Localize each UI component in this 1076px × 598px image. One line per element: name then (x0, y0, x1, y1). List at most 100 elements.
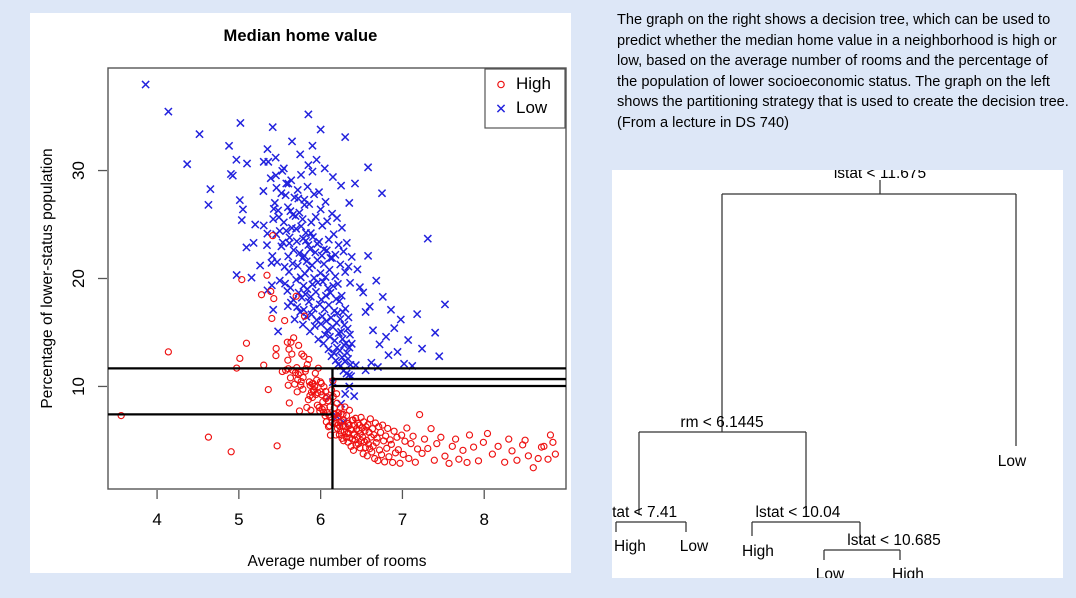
data-point-low (320, 164, 329, 173)
tree-leaf-label-low-2: Low (816, 566, 845, 578)
data-point-low (440, 300, 450, 309)
data-point-high (433, 440, 441, 448)
data-point-low (293, 185, 302, 195)
data-point-low (311, 212, 320, 222)
data-point-low (431, 328, 440, 337)
data-point-low (342, 238, 351, 248)
data-point-low (262, 241, 272, 250)
data-point-low (232, 155, 241, 164)
data-point-low (305, 199, 314, 209)
data-point-high (333, 399, 341, 407)
data-layer (108, 80, 566, 489)
data-point-low (331, 272, 340, 281)
data-point-low (304, 161, 313, 170)
data-point-low (270, 198, 279, 208)
scatter-plot-svg: 4 5 6 7 8 Average number of rooms 10 20 30 Percen… (39, 67, 567, 570)
data-point-high (424, 444, 432, 453)
data-point-high (263, 271, 271, 279)
data-point-low (259, 221, 268, 230)
data-point-high (399, 450, 407, 459)
data-point-high (488, 450, 497, 458)
data-point-low (396, 315, 405, 324)
data-point-low (247, 273, 256, 282)
data-point-high (420, 435, 429, 443)
data-point-low (269, 214, 278, 224)
data-point-high (295, 407, 304, 415)
tree-node-label-root: lstat < 11.675 (834, 170, 926, 182)
data-point-low (292, 237, 301, 246)
data-point-low (249, 238, 258, 248)
data-point-high (445, 459, 453, 468)
data-point-low (363, 163, 373, 172)
data-point-low (368, 326, 378, 335)
data-point-low (350, 392, 359, 401)
data-point-low (435, 352, 444, 361)
data-point-low (296, 170, 306, 179)
x-tick-label-1: 5 (234, 510, 243, 529)
data-point-low (345, 198, 354, 208)
data-point-low (363, 251, 373, 260)
data-point-low (183, 160, 192, 169)
data-point-low (273, 257, 282, 267)
data-point-high (405, 454, 413, 463)
scatter-plot-panel: Median home value 4 5 6 7 8 Average number of… (30, 13, 571, 573)
data-point-high (463, 458, 471, 467)
data-point-high (368, 425, 377, 433)
data-point-low (279, 218, 288, 227)
data-point-high (272, 344, 280, 353)
data-point-low (309, 304, 318, 313)
x-axis-label: Average number of rooms (248, 553, 427, 570)
data-point-high (242, 339, 251, 347)
data-point-high (295, 341, 303, 350)
tree-node-label-lstat-1004: lstat < 10.04 (756, 504, 841, 521)
data-point-low (334, 240, 343, 250)
data-point-high (270, 294, 278, 303)
data-point-low (353, 265, 362, 274)
data-point-high (544, 455, 552, 463)
data-point-low (393, 347, 402, 357)
tree-leaf-label-low-right: Low (998, 453, 1027, 470)
data-point-high (455, 455, 463, 463)
data-point-low (242, 159, 252, 168)
data-point-high (501, 458, 509, 466)
data-point-low (308, 167, 317, 176)
data-point-low (365, 302, 374, 311)
data-point-low (310, 321, 319, 331)
data-point-low (285, 233, 294, 242)
data-point-low (311, 287, 321, 297)
data-point-high (409, 432, 417, 440)
decision-tree-svg: lstat < 11.675 Low rm < 6.1445 lstat < 7.41… (612, 170, 1027, 578)
tree-node-label-lstat-10685: lstat < 10.685 (847, 532, 941, 549)
data-point-low (290, 315, 299, 324)
x-tick-label-3: 7 (398, 510, 407, 529)
data-point-low (336, 181, 346, 190)
data-point-low (236, 118, 245, 128)
data-point-low (390, 324, 399, 333)
data-point-high (257, 291, 266, 299)
tree-layer: lstat < 11.675 Low rm < 6.1445 lstat < 7.41… (612, 170, 1027, 578)
data-point-low (328, 172, 338, 182)
x-axis: 4 5 6 7 8 (152, 490, 489, 529)
data-point-low (350, 179, 360, 188)
data-point-high (284, 381, 292, 389)
data-point-high (479, 438, 488, 446)
data-point-high (286, 374, 295, 382)
data-point-high (385, 453, 393, 461)
data-point-low (275, 226, 284, 236)
data-point-high (285, 399, 293, 407)
data-point-low (287, 137, 297, 146)
data-point-high (465, 431, 474, 439)
data-point-high (483, 429, 492, 438)
data-point-low (373, 362, 383, 372)
data-point-high (534, 454, 542, 463)
data-point-high (236, 354, 244, 363)
data-point-high (411, 458, 419, 466)
data-point-low (268, 123, 277, 132)
data-point-low (316, 268, 325, 278)
data-point-high (505, 435, 513, 443)
data-point-high (264, 385, 272, 394)
data-point-high (288, 350, 296, 358)
x-tick-label-2: 6 (316, 510, 325, 529)
data-point-low (283, 203, 293, 212)
data-point-low (332, 213, 342, 223)
